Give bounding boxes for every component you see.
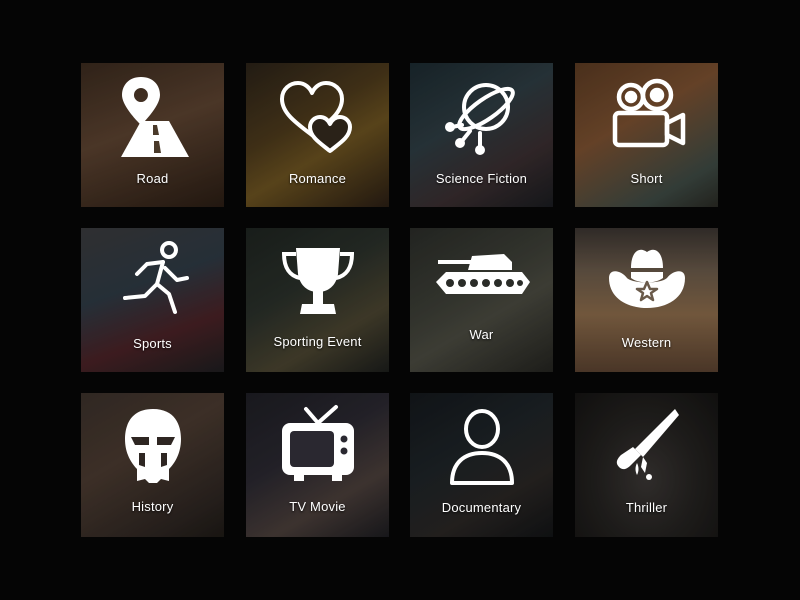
genre-tile-thriller[interactable]: Thriller xyxy=(575,393,718,537)
trophy-icon xyxy=(276,238,360,322)
genre-label: Documentary xyxy=(441,500,522,515)
genre-label: War xyxy=(469,327,494,342)
genre-tile-tv-movie[interactable]: TV Movie xyxy=(246,393,389,537)
genre-label: History xyxy=(131,499,174,514)
genre-tile-documentary[interactable]: Documentary xyxy=(410,393,553,537)
television-icon xyxy=(276,403,360,487)
genre-tile-romance[interactable]: Romance xyxy=(246,63,389,207)
genre-tile-short[interactable]: Short xyxy=(575,63,718,207)
gladiator-helmet-icon xyxy=(111,403,195,487)
genre-label: Romance xyxy=(288,171,347,186)
genre-tile-history[interactable]: History xyxy=(81,393,224,537)
genre-grid: Road Romance Science Fiction Short Sport… xyxy=(81,63,720,539)
hearts-icon xyxy=(276,73,360,157)
genre-tile-sporting-event[interactable]: Sporting Event xyxy=(246,228,389,372)
genre-tile-western[interactable]: Western xyxy=(575,228,718,372)
genre-label: Sports xyxy=(133,336,172,351)
genre-tile-road[interactable]: Road xyxy=(81,63,224,207)
tank-icon xyxy=(432,230,532,314)
genre-tile-science-fiction[interactable]: Science Fiction xyxy=(410,63,553,207)
genre-label: TV Movie xyxy=(289,499,346,514)
genre-label: Western xyxy=(621,335,672,350)
genre-label: Road xyxy=(136,171,169,186)
movie-camera-icon xyxy=(605,73,689,157)
road-map-pin-icon xyxy=(111,73,195,157)
genre-label: Thriller xyxy=(625,500,668,515)
genre-label: Science Fiction xyxy=(435,171,528,186)
knife-icon xyxy=(605,403,689,487)
genre-tile-war[interactable]: War xyxy=(410,228,553,372)
genre-label: Short xyxy=(630,171,663,186)
runner-icon xyxy=(111,238,195,322)
cowboy-hat-icon xyxy=(605,238,689,322)
ufo-icon xyxy=(440,73,524,157)
genre-label: Sporting Event xyxy=(273,334,362,349)
person-icon xyxy=(440,403,524,487)
genre-tile-sports[interactable]: Sports xyxy=(81,228,224,372)
